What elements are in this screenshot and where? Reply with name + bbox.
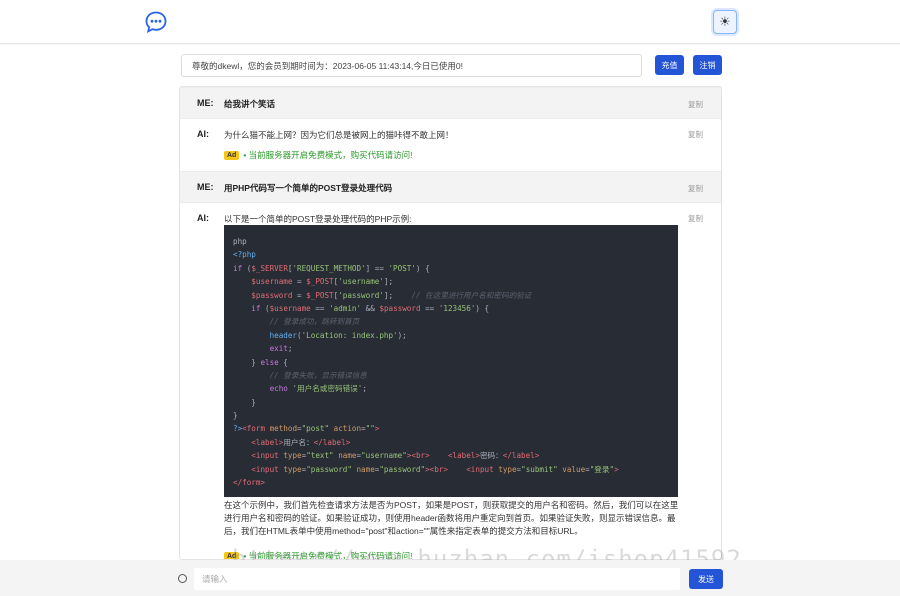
code-line: $username = $_POST['username']; — [251, 277, 394, 287]
membership-notice: 尊敬的dkewl，您的会员到期时间为：2023-06-05 11:43:14,今… — [181, 54, 642, 77]
code-block: php <?php if ($_SERVER['REQUEST_METHOD']… — [224, 225, 678, 497]
ad-badge: Ad — [224, 150, 240, 160]
copy-button[interactable]: 复制 — [688, 129, 703, 140]
copy-button[interactable]: 复制 — [688, 183, 703, 194]
code-line: } — [233, 397, 256, 407]
ad-badge: Ad — [224, 551, 240, 559]
code-language: php — [233, 237, 247, 246]
message-role: AI: — [197, 129, 209, 139]
message-text: 为什么猫不能上网？因为它们总是被网上的猫咔得不敢上网！ — [224, 130, 454, 140]
message-text: 用PHP代码写一个简单的POST登录处理代码 — [224, 183, 393, 193]
message-text: 给我讲个笑话 — [224, 99, 276, 109]
message-text: 以下是一个简单的POST登录处理代码的PHP示例: — [224, 214, 412, 224]
code-line: </form> — [233, 478, 266, 488]
message-user: ME: 用PHP代码写一个简单的POST登录处理代码 复制 — [180, 171, 721, 203]
code-line: <label>用户名：</label> — [251, 437, 351, 447]
message-user: ME: 给我讲个笑话 复制 — [180, 87, 721, 119]
code-line: if ($username == 'admin' && $password ==… — [251, 303, 490, 313]
message-role: ME: — [197, 98, 214, 108]
code-line: <input type="password" name="password"><… — [251, 464, 619, 474]
message-ai: AI: 为什么猫不能上网？因为它们总是被网上的猫咔得不敢上网！ 复制 Ad • … — [180, 119, 721, 171]
top-bar: ☀ — [0, 0, 900, 44]
copy-button[interactable]: 复制 — [688, 213, 703, 224]
code-line: exit; — [269, 344, 293, 354]
explanation-text: 在这个示例中，我们首先检查请求方法是否为POST，如果是POST，则获取提交的用… — [224, 500, 679, 537]
code-line: <input type="text" name="username"><br> … — [251, 451, 540, 461]
send-button[interactable]: 发送 — [689, 569, 723, 589]
code-line: // 登录失败，显示错误信息 — [269, 370, 367, 380]
code-line: } — [233, 411, 238, 421]
message-ai: AI: 以下是一个简单的POST登录处理代码的PHP示例: 复制 php <?p… — [180, 203, 721, 559]
code-line: header('Location: index.php'); — [269, 330, 407, 340]
loading-circle-icon — [178, 574, 187, 583]
code-line: // 登录成功，跳转到首页 — [269, 317, 360, 327]
message-role: AI: — [197, 213, 209, 223]
chat-panel: ME: 给我讲个笑话 复制 AI: 为什么猫不能上网？因为它们总是被网上的猫咔得… — [179, 86, 722, 560]
code-line: <?php — [233, 250, 256, 260]
code-line: ?><form method="post" action=""> — [233, 424, 380, 434]
logout-button[interactable]: 注销 — [693, 55, 722, 75]
copy-button[interactable]: 复制 — [688, 99, 703, 110]
code-line: if ($_SERVER['REQUEST_METHOD'] == 'POST'… — [233, 263, 430, 273]
chat-bubble-icon[interactable] — [145, 11, 167, 33]
ad-line[interactable]: Ad • 当前服务器开启免费模式，购买代码请访问! — [224, 149, 413, 161]
ad-line[interactable]: Ad • 当前服务器开启免费模式，购买代码请访问! — [224, 550, 413, 559]
recharge-button[interactable]: 充值 — [655, 55, 684, 75]
ad-text[interactable]: • 当前服务器开启免费模式，购买代码请访问! — [243, 550, 412, 559]
theme-toggle-button[interactable]: ☀ — [713, 10, 737, 34]
code-line: $password = $_POST['password']; // 在这里进行… — [251, 290, 532, 300]
code-line: echo '用户名或密码错误'; — [269, 384, 367, 394]
message-input[interactable] — [194, 568, 680, 590]
sun-icon: ☀ — [719, 14, 731, 29]
ad-text[interactable]: • 当前服务器开启免费模式，购买代码请访问! — [243, 149, 412, 161]
message-role: ME: — [197, 182, 214, 192]
code-line: } else { — [233, 357, 288, 367]
